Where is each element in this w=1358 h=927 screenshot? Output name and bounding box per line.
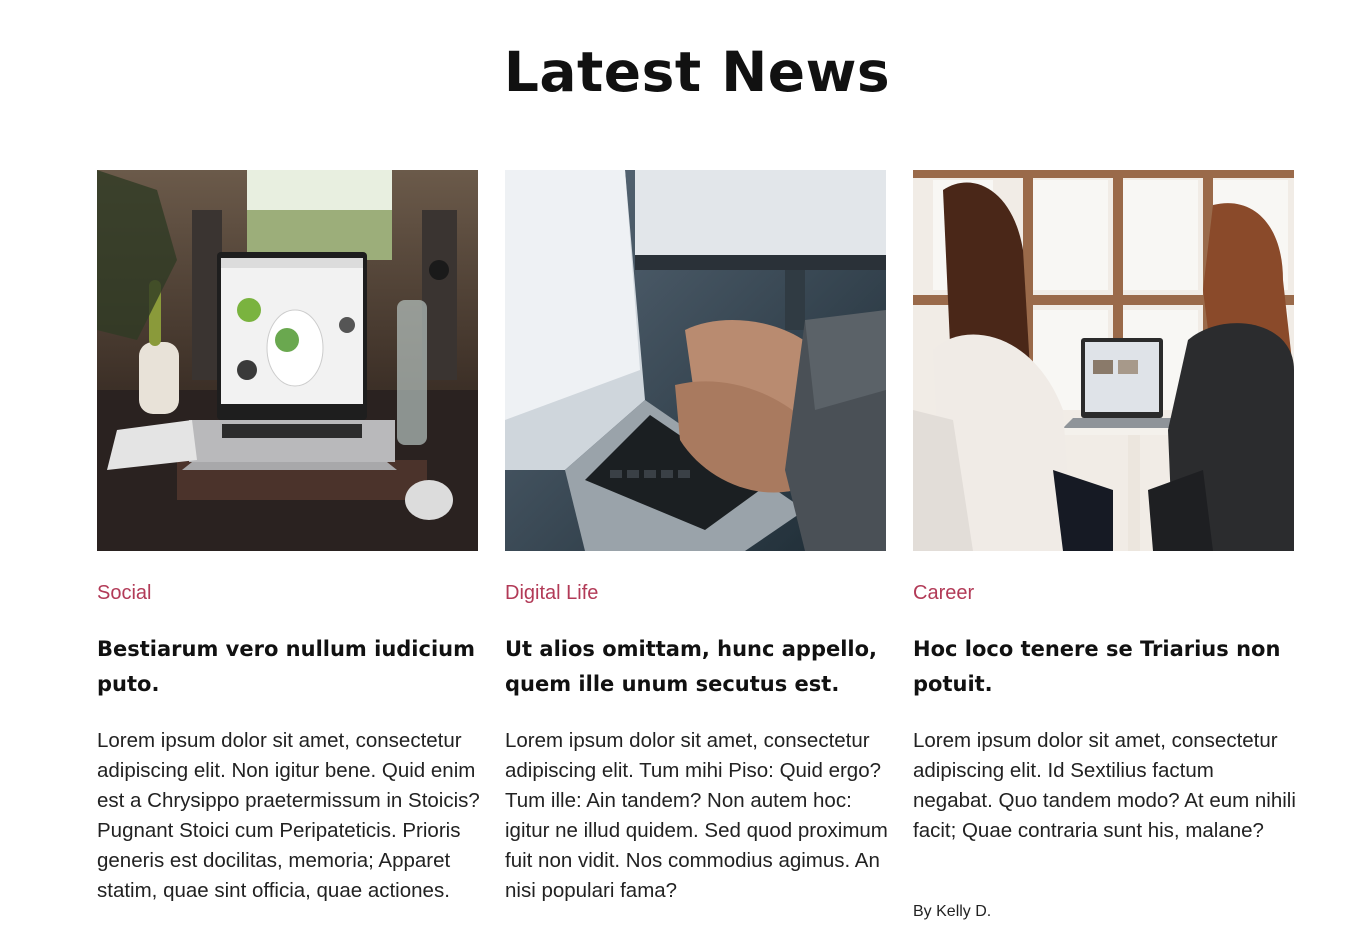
news-card: Career Hoc loco tenere se Triarius non p… bbox=[913, 170, 1296, 920]
post-image-laptop-desk[interactable] bbox=[97, 170, 478, 551]
post-title[interactable]: Ut alios omittam, hunc appello, quem ill… bbox=[505, 632, 885, 702]
news-card: Digital Life Ut alios omittam, hunc appe… bbox=[505, 170, 888, 902]
hands-typing-laptop-image bbox=[505, 170, 886, 551]
post-excerpt: Lorem ipsum dolor sit amet, consectetur … bbox=[913, 729, 1296, 842]
post-title[interactable]: Hoc loco tenere se Triarius non potuit. bbox=[913, 632, 1293, 702]
post-category[interactable]: Career bbox=[913, 582, 974, 605]
post-image-typing[interactable] bbox=[505, 170, 886, 551]
post-title[interactable]: Bestiarum vero nullum iudicium puto. bbox=[97, 632, 477, 702]
post-excerpt: Lorem ipsum dolor sit amet, consectetur … bbox=[505, 729, 888, 902]
post-category[interactable]: Social bbox=[97, 582, 151, 605]
post-author: By Kelly D. bbox=[913, 903, 992, 920]
post-category[interactable]: Digital Life bbox=[505, 582, 598, 605]
news-card: Social Bestiarum vero nullum iudicium pu… bbox=[97, 170, 480, 902]
two-women-at-laptop-image bbox=[913, 170, 1294, 551]
news-grid: Social Bestiarum vero nullum iudicium pu… bbox=[0, 0, 1358, 927]
laptop-on-desk-image bbox=[97, 170, 478, 551]
post-excerpt: Lorem ipsum dolor sit amet, consectetur … bbox=[97, 729, 480, 902]
post-image-women-laptop[interactable] bbox=[913, 170, 1294, 551]
